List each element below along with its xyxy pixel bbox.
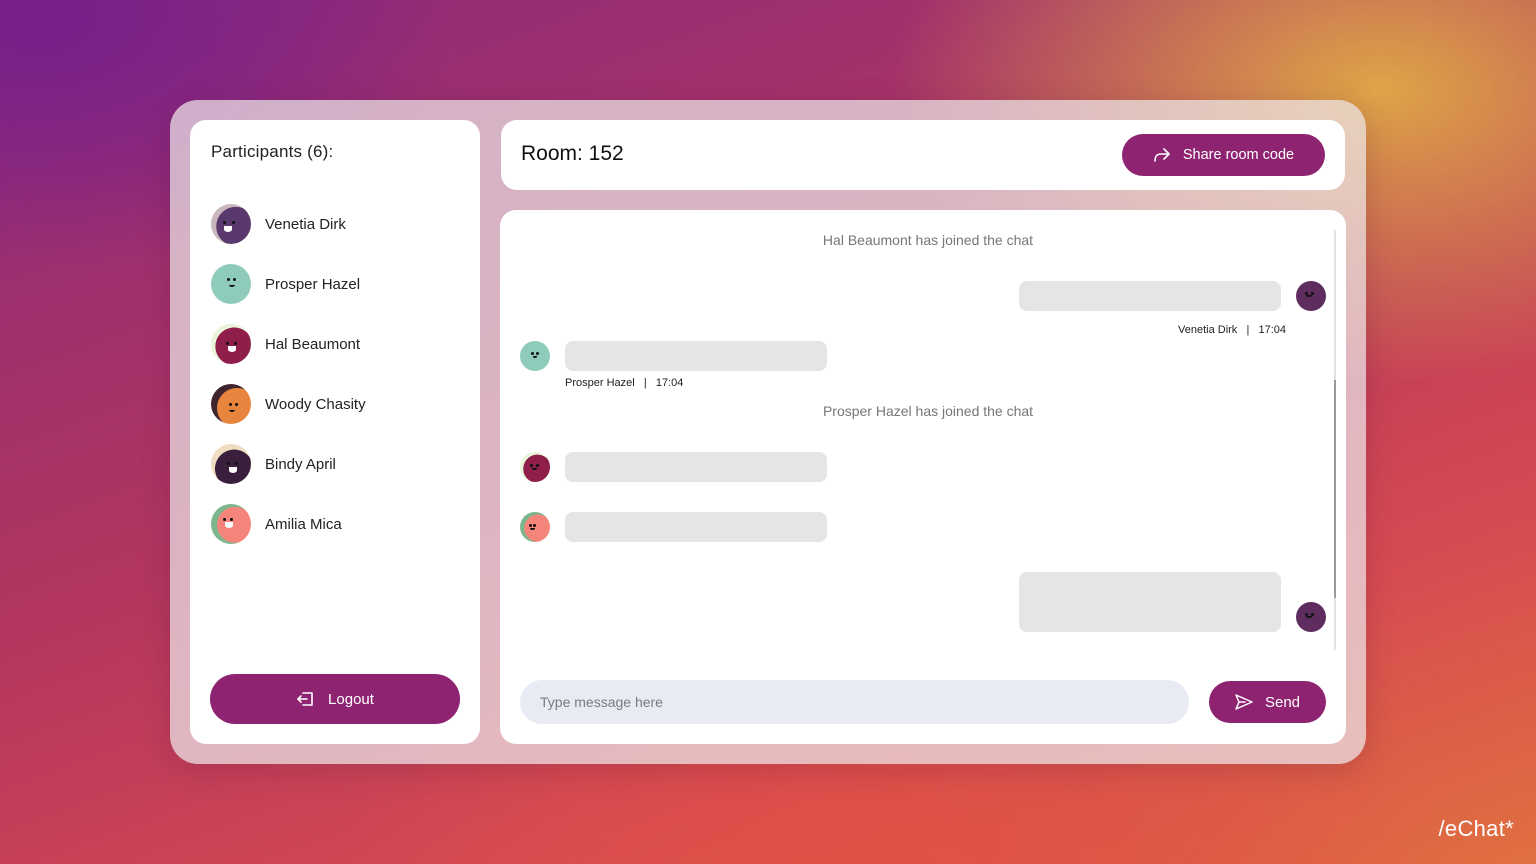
- message-bubble[interactable]: [565, 452, 827, 482]
- avatar: [211, 384, 251, 424]
- app-frame: Participants (6): Venetia Dirk Prosper H…: [170, 100, 1366, 764]
- participants-title: Participants (6):: [211, 142, 334, 161]
- avatar: [211, 444, 251, 484]
- send-button[interactable]: Send: [1209, 681, 1326, 723]
- scrollbar-thumb[interactable]: [1334, 380, 1336, 598]
- participant-name: Hal Beaumont: [265, 335, 361, 353]
- avatar: [520, 512, 550, 542]
- avatar: [211, 264, 251, 304]
- participants-panel: Participants (6): Venetia Dirk Prosper H…: [190, 120, 480, 744]
- avatar: [1296, 281, 1326, 311]
- message-meta: Prosper Hazel | 17:04: [565, 377, 684, 389]
- avatar: [211, 324, 251, 364]
- participant-name: Bindy April: [265, 455, 336, 473]
- share-icon: [1154, 148, 1170, 162]
- message-bubble[interactable]: [565, 512, 827, 542]
- participant-item[interactable]: Bindy April: [211, 434, 366, 494]
- participant-item[interactable]: Prosper Hazel: [211, 254, 366, 314]
- send-label: Send: [1264, 693, 1301, 711]
- room-title: Room: 152: [521, 142, 624, 165]
- message-meta: Venetia Dirk | 17:04: [1178, 324, 1287, 336]
- participant-item[interactable]: Hal Beaumont: [211, 314, 366, 374]
- participants-list: Venetia Dirk Prosper Hazel Hal Beaumont …: [211, 194, 366, 554]
- avatar: [520, 341, 550, 371]
- chat-panel: Hal Beaumont has joined the chat Venetia…: [500, 210, 1346, 744]
- avatar: [1296, 602, 1326, 632]
- participant-name: Woody Chasity: [265, 395, 366, 413]
- participant-name: Prosper Hazel: [265, 275, 361, 293]
- system-message: Prosper Hazel has joined the chat: [822, 403, 1034, 419]
- participant-item[interactable]: Venetia Dirk: [211, 194, 366, 254]
- brand-logo: /eChat*: [1438, 816, 1514, 841]
- avatar: [211, 504, 251, 544]
- logout-button[interactable]: Logout: [210, 674, 460, 724]
- message-bubble[interactable]: [1019, 281, 1281, 311]
- message-bubble[interactable]: [1019, 572, 1281, 632]
- participant-name: Venetia Dirk: [265, 215, 346, 233]
- avatar: [211, 204, 251, 244]
- share-label: Share room code: [1182, 147, 1295, 163]
- system-message: Hal Beaumont has joined the chat: [822, 232, 1034, 248]
- logout-icon: [297, 692, 313, 706]
- room-header: Room: 152 Share room code: [501, 120, 1345, 190]
- message-input[interactable]: [520, 680, 1189, 724]
- participant-name: Amilia Mica: [265, 515, 342, 533]
- participant-item[interactable]: Woody Chasity: [211, 374, 366, 434]
- share-room-code-button[interactable]: Share room code: [1122, 134, 1325, 176]
- send-icon: [1235, 694, 1253, 710]
- participant-item[interactable]: Amilia Mica: [211, 494, 366, 554]
- avatar: [520, 452, 550, 482]
- logout-label: Logout: [328, 690, 374, 708]
- message-bubble[interactable]: [565, 341, 827, 371]
